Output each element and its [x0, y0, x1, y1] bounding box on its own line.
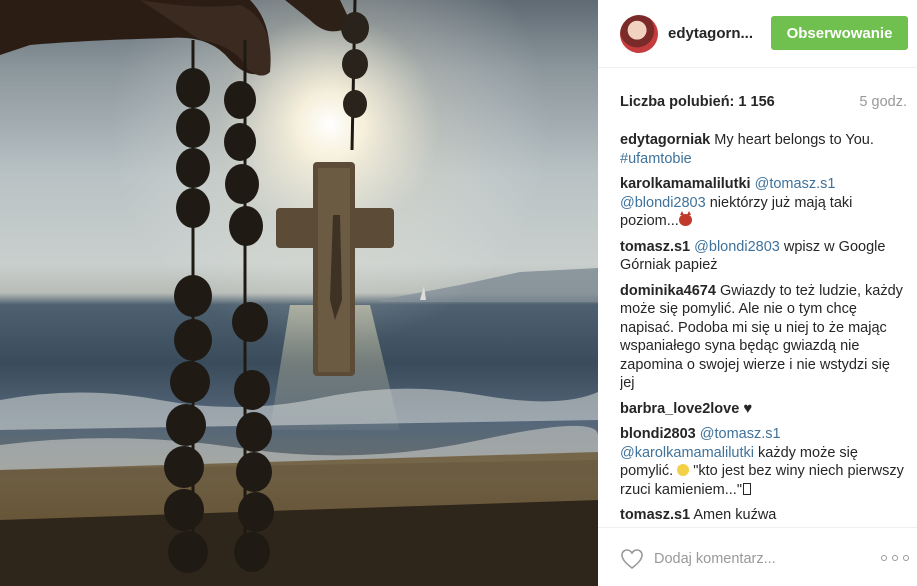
heart-emoji-icon: ♥ — [743, 399, 753, 417]
post-footer — [598, 527, 917, 586]
username-link[interactable]: edytagorn... — [668, 25, 753, 42]
comment-username[interactable]: barbra_love2love — [620, 401, 739, 417]
post-timestamp[interactable]: 5 godz. — [859, 94, 907, 110]
devil-emoji-icon — [678, 211, 692, 226]
caption-text: My heart belongs to You. — [714, 132, 874, 148]
mention-link[interactable]: @tomasz.s1 — [700, 426, 781, 442]
mention-link[interactable]: @blondi2803 — [694, 239, 780, 255]
comment-username[interactable]: dominika4674 — [620, 283, 716, 299]
comments-list[interactable]: edytagorniak My heart belongs to You. #u… — [620, 131, 908, 523]
caption: edytagorniak My heart belongs to You. #u… — [620, 131, 908, 168]
heart-icon[interactable] — [620, 548, 644, 570]
more-options-icon[interactable] — [881, 550, 909, 566]
comment-username[interactable]: tomasz.s1 — [620, 239, 690, 255]
post-photo[interactable] — [0, 0, 598, 586]
list-item: blondi2803 @tomasz.s1 @karolkamamalilutk… — [620, 425, 908, 499]
mention-link[interactable]: @blondi2803 — [620, 195, 706, 211]
comment-username[interactable]: edytagorniak — [620, 132, 710, 148]
list-item: barbra_love2love ♥ — [620, 400, 908, 419]
likes-count[interactable]: Liczba polubień: 1 156 — [620, 94, 775, 110]
dot-icon — [892, 555, 898, 561]
dot-icon — [903, 555, 909, 561]
comment-input[interactable] — [654, 546, 854, 572]
list-item: tomasz.s1 @blondi2803 wpisz w Google Gór… — [620, 238, 908, 275]
comment-username[interactable]: tomasz.s1 — [620, 507, 690, 523]
list-item: dominika4674 Gwiazdy to też ludzie, każd… — [620, 282, 908, 393]
mention-link[interactable]: @karolkamamalilutki — [620, 445, 754, 461]
post-header: edytagorn... Obserwowanie — [598, 0, 917, 68]
instagram-post-view: edytagorn... Obserwowanie Liczba polubie… — [0, 0, 917, 586]
avatar[interactable] — [620, 15, 658, 53]
box-emoji-icon — [742, 482, 751, 495]
comment-username[interactable]: karolkamamalilutki — [620, 176, 751, 192]
hashtag-link[interactable]: #ufamtobie — [620, 151, 692, 167]
comment-text: Amen kuźwa — [693, 507, 777, 523]
following-button[interactable]: Obserwowanie — [771, 16, 908, 50]
dot-icon — [881, 555, 887, 561]
smile-emoji-icon — [677, 464, 690, 476]
post-side-panel: edytagorn... Obserwowanie Liczba polubie… — [598, 0, 917, 586]
list-item: tomasz.s1 Amen kuźwa — [620, 506, 908, 523]
comment-username[interactable]: blondi2803 — [620, 426, 696, 442]
list-item: karolkamamalilutki @tomasz.s1 @blondi280… — [620, 175, 908, 231]
mention-link[interactable]: @tomasz.s1 — [755, 176, 836, 192]
rosary-cross-sunset-photo — [0, 0, 598, 586]
